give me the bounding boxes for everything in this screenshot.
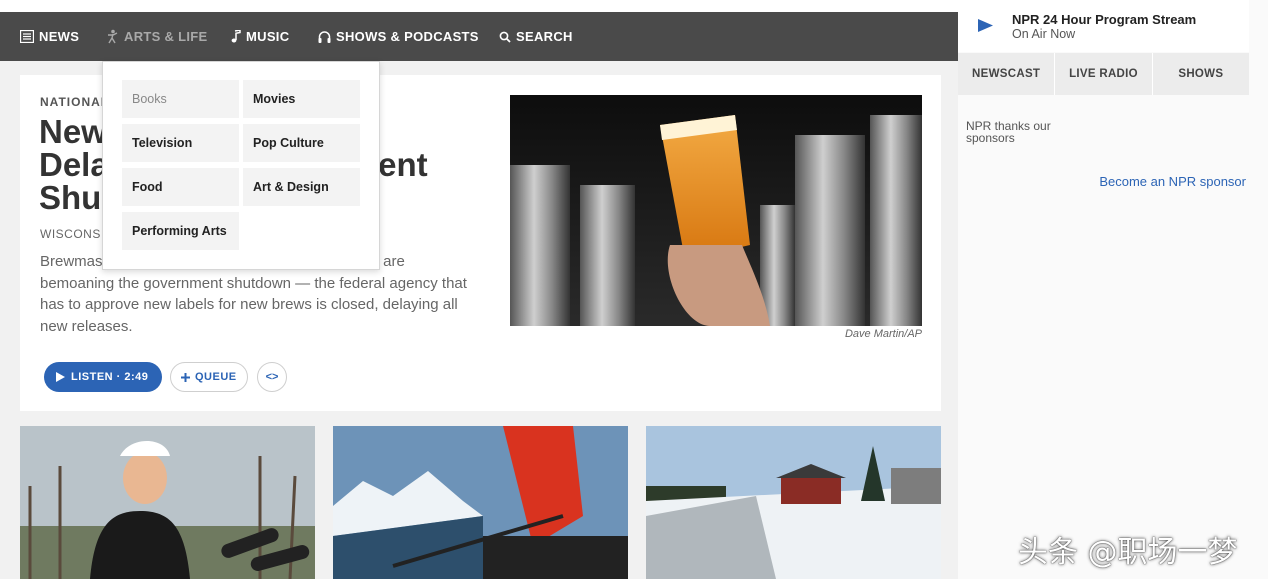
- dropdown-item-pop-culture[interactable]: Pop Culture: [243, 124, 360, 162]
- nav-arts-life-label: ARTS & LIFE: [124, 29, 208, 44]
- dropdown-item-books[interactable]: Books: [122, 80, 239, 118]
- arts-icon: [108, 29, 118, 44]
- dropdown-item-performing-arts[interactable]: Performing Arts: [122, 212, 239, 250]
- headphones-icon: [318, 30, 331, 43]
- nav-search-label: SEARCH: [516, 29, 573, 44]
- dropdown-item-art-design[interactable]: Art & Design: [243, 168, 360, 206]
- story-section-slug[interactable]: NATIONAL: [40, 95, 109, 109]
- arts-life-dropdown-menu: Books Movies Television Pop Culture Food…: [102, 61, 380, 270]
- dropdown-item-television[interactable]: Television: [122, 124, 239, 162]
- story-image[interactable]: [510, 95, 922, 326]
- sponsor-note: NPR thanks our sponsors: [966, 119, 1051, 145]
- listen-label: LISTEN · 2:49: [71, 371, 149, 383]
- stream-status: On Air Now: [1012, 27, 1076, 41]
- tab-newscast[interactable]: NEWSCAST: [958, 53, 1056, 95]
- nav-music[interactable]: MUSIC: [231, 12, 289, 61]
- news-icon: [20, 30, 34, 43]
- main-nav: NEWS ARTS & LIFE MUSIC SHOWS & PODCASTS …: [0, 12, 958, 61]
- dropdown-item-movies[interactable]: Movies: [243, 80, 360, 118]
- story-thumbnail-1[interactable]: [20, 426, 315, 579]
- story-dateline: WISCONSI: [40, 227, 105, 241]
- top-strip: [0, 0, 958, 12]
- image-credit: Dave Martin/AP: [844, 328, 922, 340]
- sidebar-tabs: NEWSCAST LIVE RADIO SHOWS: [958, 53, 1249, 95]
- nav-news[interactable]: NEWS: [20, 12, 79, 61]
- teaser-start: Brewmas: [40, 253, 103, 270]
- sidebar: NPR 24 Hour Program Stream On Air Now NE…: [958, 0, 1268, 579]
- nav-shows-podcasts-label: SHOWS & PODCASTS: [336, 29, 479, 44]
- story-thumbnail-3[interactable]: [646, 426, 941, 579]
- queue-label: QUEUE: [195, 371, 237, 383]
- embed-button[interactable]: <>: [257, 362, 287, 392]
- search-icon: [499, 31, 511, 43]
- live-stream-player[interactable]: NPR 24 Hour Program Stream On Air Now: [958, 0, 1249, 52]
- nav-arts-life[interactable]: ARTS & LIFE: [106, 12, 207, 61]
- music-note-icon: [231, 30, 241, 43]
- plus-icon: [181, 372, 190, 382]
- queue-button[interactable]: QUEUE: [170, 362, 248, 392]
- become-sponsor-link[interactable]: Become an NPR sponsor: [1099, 174, 1246, 189]
- nav-search[interactable]: SEARCH: [499, 12, 573, 61]
- nav-news-label: NEWS: [39, 29, 80, 44]
- watermark: 头条 @职场一梦: [1018, 535, 1238, 570]
- teaser-body: bemoaning the government shutdown — the …: [40, 274, 467, 335]
- listen-button[interactable]: LISTEN · 2:49: [44, 362, 162, 392]
- play-icon: [978, 19, 993, 32]
- stream-title: NPR 24 Hour Program Stream: [1012, 12, 1197, 27]
- nav-shows-podcasts[interactable]: SHOWS & PODCASTS: [318, 12, 479, 61]
- tab-shows[interactable]: SHOWS: [1152, 53, 1249, 95]
- embed-icon: <>: [265, 371, 279, 383]
- story-thumbnail-2[interactable]: [333, 426, 628, 579]
- tab-live-radio[interactable]: LIVE RADIO: [1055, 53, 1153, 95]
- nav-music-label: MUSIC: [246, 29, 290, 44]
- play-icon: [56, 372, 65, 382]
- dropdown-item-food[interactable]: Food: [122, 168, 239, 206]
